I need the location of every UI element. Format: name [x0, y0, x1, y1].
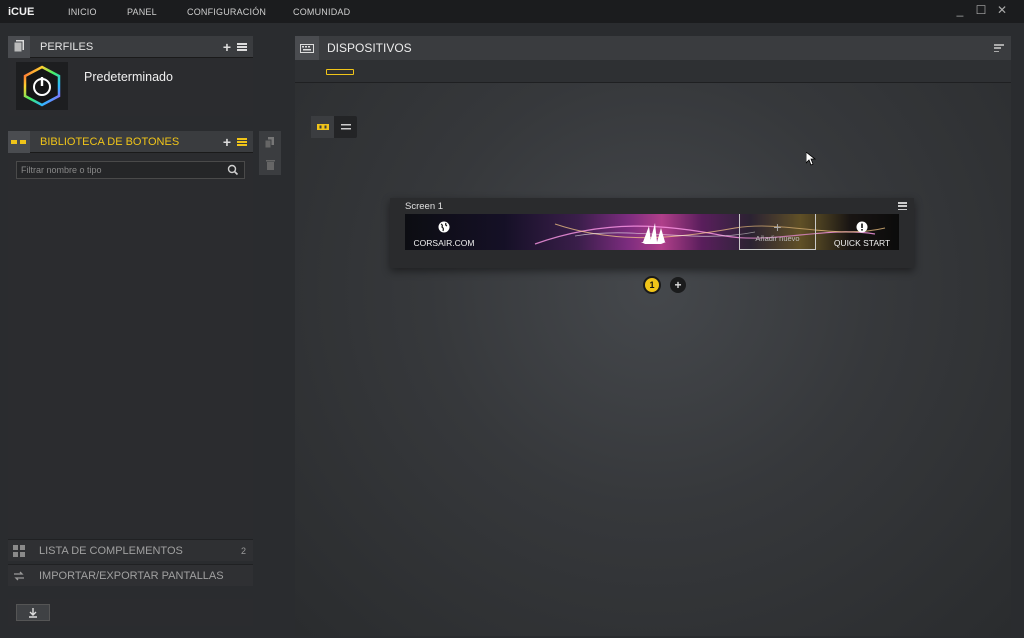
top-nav-bar: iCUE INICIO PANEL CONFIGURACIÓN COMUNIDA… [0, 0, 1024, 23]
main-area: DISPOSITIVOS Screen 1 CORSAIR.COM + Añad… [295, 36, 1011, 636]
plus-icon: + [773, 218, 782, 235]
library-title: BIBLIOTECA DE BOTONES [40, 135, 180, 148]
profiles-icon [8, 35, 30, 58]
keyboard-icon [295, 36, 319, 60]
library-menu-icon[interactable] [237, 137, 247, 146]
tile-corsair-com[interactable]: CORSAIR.COM [405, 214, 483, 250]
button-library-panel: Filtrar nombre o tipo [8, 153, 253, 537]
alert-icon [856, 221, 868, 233]
nav-panel[interactable]: PANEL [127, 7, 157, 17]
profile-name: Predeterminado [84, 70, 173, 84]
download-button[interactable] [16, 604, 50, 621]
add-profile-button[interactable]: + [223, 40, 231, 54]
devices-menu-icon[interactable] [994, 44, 1004, 52]
add-new-label: Añadir nuevo [755, 233, 800, 243]
tile-quick-start[interactable]: QUICK START [825, 214, 899, 250]
trash-icon[interactable] [265, 159, 275, 170]
library-search-input[interactable]: Filtrar nombre o tipo [16, 161, 245, 179]
import-export-item[interactable]: IMPORTAR/EXPORTAR PANTALLAS [8, 564, 253, 586]
nav-inicio[interactable]: INICIO [68, 7, 97, 17]
profiles-list: Predeterminado [8, 58, 253, 116]
app-brand: iCUE [8, 5, 35, 18]
screen-menu-icon[interactable] [898, 202, 907, 210]
window-controls: _ ☐ ✕ [954, 3, 1008, 17]
devices-header: DISPOSITIVOS [295, 36, 1011, 60]
download-bar [8, 599, 253, 626]
import-export-label: IMPORTAR/EXPORTAR PANTALLAS [39, 569, 224, 582]
swap-arrows-icon [8, 565, 30, 587]
add-button-button[interactable]: + [223, 135, 231, 149]
profiles-title: PERFILES [40, 40, 94, 53]
left-sidebar: PERFILES + Predeterminado BIBLIOTECA DE … [8, 35, 253, 626]
device-thumbnail[interactable] [326, 69, 354, 75]
add-screen-button[interactable]: + [670, 277, 686, 293]
list-view-icon [340, 124, 351, 130]
plugins-list-item[interactable]: LISTA DE COMPLEMENTOS 2 [8, 539, 253, 561]
library-tools [259, 131, 281, 175]
nav-comunidad[interactable]: COMUNIDAD [293, 7, 350, 17]
copy-icon[interactable] [265, 136, 275, 148]
profiles-menu-icon[interactable] [237, 42, 247, 51]
single-view-button[interactable] [311, 116, 334, 138]
screen-card: Screen 1 CORSAIR.COM + Añadir nuevo QUIC… [390, 198, 914, 268]
plugins-list-label: LISTA DE COMPLEMENTOS [39, 544, 183, 557]
view-toggle [311, 116, 357, 138]
tile-label: CORSAIR.COM [413, 238, 475, 248]
screen-pager: 1 + [643, 276, 686, 294]
icue-logo-icon [16, 62, 68, 110]
page-indicator[interactable]: 1 [643, 276, 661, 294]
plugins-count: 2 [240, 545, 246, 556]
close-button[interactable]: ✕ [996, 3, 1008, 17]
list-view-button[interactable] [334, 116, 357, 138]
library-header: BIBLIOTECA DE BOTONES + [8, 130, 253, 153]
maximize-button[interactable]: ☐ [975, 3, 987, 17]
add-new-tile[interactable]: + Añadir nuevo [739, 214, 816, 250]
tile-corsair-logo[interactable] [633, 214, 673, 250]
profile-item[interactable]: Predeterminado [8, 62, 253, 112]
devices-title: DISPOSITIVOS [327, 41, 412, 55]
profiles-header: PERFILES + [8, 35, 253, 58]
globe-icon [438, 221, 450, 233]
device-strip [295, 60, 1011, 83]
screen-banner: CORSAIR.COM + Añadir nuevo QUICK START [405, 214, 899, 250]
single-view-icon [316, 124, 329, 130]
screen-name: Screen 1 [405, 201, 444, 212]
download-icon [29, 607, 37, 618]
corsair-sails-logo [641, 223, 666, 244]
button-library-icon [8, 130, 30, 153]
search-icon[interactable] [226, 163, 240, 177]
tile-label: QUICK START [833, 238, 891, 248]
minimize-button[interactable]: _ [954, 3, 966, 17]
nav-configuracion[interactable]: CONFIGURACIÓN [187, 7, 266, 17]
grid-icon [8, 540, 30, 562]
mouse-cursor-icon [806, 152, 816, 166]
search-placeholder: Filtrar nombre o tipo [21, 165, 102, 175]
